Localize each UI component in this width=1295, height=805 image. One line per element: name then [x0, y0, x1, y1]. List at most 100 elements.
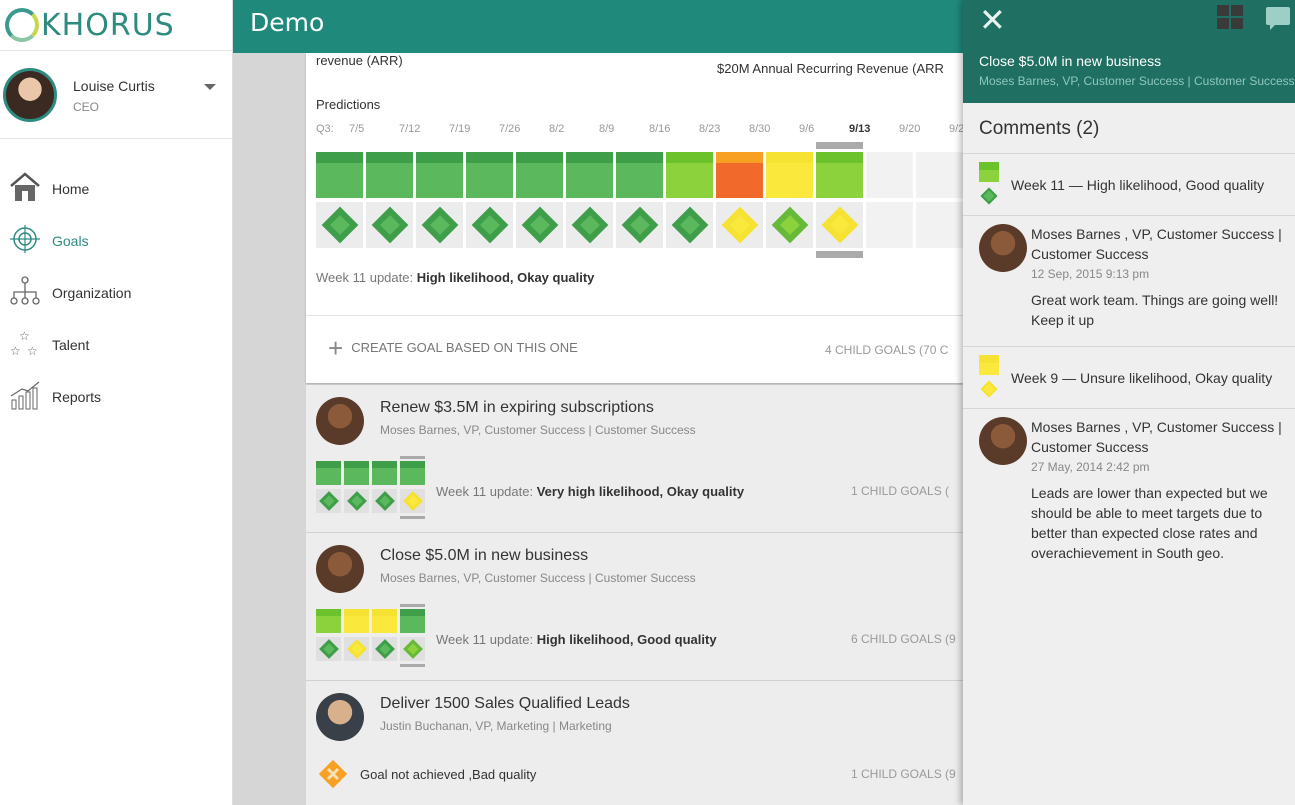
child-goals-link[interactable]: 6 CHILD GOALS (9: [851, 632, 956, 646]
user-profile[interactable]: Louise Curtis CEO: [0, 51, 232, 139]
quality-diamond-icon: [403, 491, 423, 511]
quality-cell[interactable]: [666, 202, 713, 248]
chat-icon[interactable]: [1266, 7, 1290, 30]
divider: [963, 408, 1295, 409]
child-goals-link[interactable]: 4 CHILD GOALS (70 C: [825, 343, 948, 357]
week-label: 7/12: [399, 123, 421, 135]
likelihood-square[interactable]: [766, 152, 813, 198]
divider: [306, 315, 963, 316]
nav-item-organization[interactable]: Organization: [0, 264, 233, 316]
nav-item-home[interactable]: Home: [0, 160, 233, 212]
goal-title[interactable]: Deliver 1500 Sales Qualified Leads: [380, 695, 630, 713]
quality-cell: [916, 202, 963, 248]
quality-diamond-icon: [571, 206, 609, 244]
goal-card[interactable]: Deliver 1500 Sales Qualified Leads Justi…: [306, 681, 963, 805]
quality-cell[interactable]: [400, 489, 425, 513]
likelihood-square[interactable]: [666, 152, 713, 198]
quality-cell[interactable]: [400, 637, 425, 661]
quality-cell[interactable]: [316, 637, 341, 661]
week-label: 7/19: [449, 123, 471, 135]
grid-view-icon[interactable]: [1217, 5, 1243, 30]
goal-title[interactable]: Renew $3.5M in expiring subscriptions: [380, 399, 654, 417]
nav-item-talent[interactable]: ☆ ☆ ☆ Talent: [0, 316, 233, 368]
quality-cell[interactable]: [716, 202, 763, 248]
likelihood-square[interactable]: [566, 152, 613, 198]
goal-card[interactable]: Renew $3.5M in expiring subscriptions Mo…: [306, 385, 963, 533]
bar-chart-icon: [10, 381, 40, 410]
goal-update: Week 11 update: High likelihood, Okay qu…: [316, 270, 594, 285]
quarter-label: Q3:: [316, 123, 334, 135]
quality-cell[interactable]: [372, 637, 397, 661]
quality-cell: [866, 202, 913, 248]
user-name: Louise Curtis: [73, 78, 155, 94]
likelihood-square[interactable]: [466, 152, 513, 198]
likelihood-square: [979, 162, 999, 182]
divider: [963, 215, 1295, 216]
nav-label: Goals: [52, 233, 89, 249]
likelihood-square[interactable]: [616, 152, 663, 198]
panel-goal-owner: Moses Barnes, VP, Customer Success | Cus…: [979, 74, 1295, 88]
likelihood-square[interactable]: [372, 461, 397, 485]
quality-cell[interactable]: [416, 202, 463, 248]
comments-panel: ✕ Close $5.0M in new business Moses Barn…: [963, 0, 1295, 805]
panel-goal-title: Close $5.0M in new business: [979, 53, 1162, 69]
likelihood-square[interactable]: [400, 461, 425, 485]
likelihood-square[interactable]: [716, 152, 763, 198]
likelihood-square[interactable]: [344, 461, 369, 485]
nav-label: Home: [52, 181, 90, 197]
week-label: 7/26: [499, 123, 521, 135]
comment-avatar: [979, 417, 1027, 465]
comment-text: Leads are lower than expected but we sho…: [1031, 485, 1268, 561]
quality-cell[interactable]: [466, 202, 513, 248]
divider: [963, 153, 1295, 154]
quality-cell[interactable]: [316, 202, 363, 248]
goal-card[interactable]: Close $5.0M in new business Moses Barnes…: [306, 533, 963, 681]
close-icon[interactable]: ✕: [979, 4, 1006, 36]
svg-text:☆: ☆: [19, 329, 30, 343]
week-label: 8/2: [549, 123, 565, 135]
quality-cell[interactable]: [616, 202, 663, 248]
quality-diamond-icon: [321, 206, 359, 244]
current-week-marker: [400, 516, 425, 519]
likelihood-square[interactable]: [316, 152, 363, 198]
quality-cell[interactable]: [366, 202, 413, 248]
quality-cell[interactable]: [816, 202, 863, 248]
comment-date: 27 May, 2014 2:42 pm: [1031, 460, 1150, 474]
week-label: 8/9: [599, 123, 615, 135]
week-label: 9/6: [799, 123, 815, 135]
chevron-down-icon[interactable]: [204, 84, 216, 90]
likelihood-square[interactable]: [366, 152, 413, 198]
sidebar: KHORUS Louise Curtis CEO Home Goals Orga…: [0, 0, 233, 805]
likelihood-square[interactable]: [316, 461, 341, 485]
comment-author: Moses Barnes , VP, Customer Success | Cu…: [1031, 226, 1282, 262]
quality-cell[interactable]: [344, 637, 369, 661]
goal-title[interactable]: Close $5.0M in new business: [380, 547, 588, 565]
child-goals-link[interactable]: 1 CHILD GOALS (9: [851, 767, 956, 781]
quality-cell[interactable]: [316, 489, 341, 513]
likelihood-square[interactable]: [816, 152, 863, 198]
create-goal-button[interactable]: + CREATE GOAL BASED ON THIS ONE: [328, 335, 578, 361]
goal-status: Goal not achieved ,Bad quality: [360, 767, 537, 782]
logo[interactable]: KHORUS: [0, 0, 232, 51]
home-icon: [10, 172, 40, 201]
quality-cell[interactable]: [766, 202, 813, 248]
likelihood-square[interactable]: [416, 152, 463, 198]
likelihood-square[interactable]: [344, 609, 369, 633]
target-icon: [10, 225, 40, 253]
likelihood-square[interactable]: [400, 609, 425, 633]
comments-title: Comments (2): [979, 118, 1100, 139]
quality-cell[interactable]: [344, 489, 369, 513]
nav-item-goals[interactable]: Goals: [0, 212, 233, 264]
likelihood-square[interactable]: [316, 609, 341, 633]
quality-diamond-icon: [403, 639, 423, 659]
quality-cell[interactable]: [516, 202, 563, 248]
current-week-marker: [816, 142, 863, 149]
child-goals-link[interactable]: 1 CHILD GOALS (: [851, 484, 949, 498]
likelihood-square[interactable]: [372, 609, 397, 633]
likelihood-square[interactable]: [516, 152, 563, 198]
goal-metric-label: revenue (ARR): [316, 53, 403, 68]
nav-item-reports[interactable]: Reports: [0, 368, 233, 420]
quality-cell[interactable]: [566, 202, 613, 248]
quality-cell[interactable]: [372, 489, 397, 513]
svg-text:☆: ☆: [10, 344, 21, 358]
